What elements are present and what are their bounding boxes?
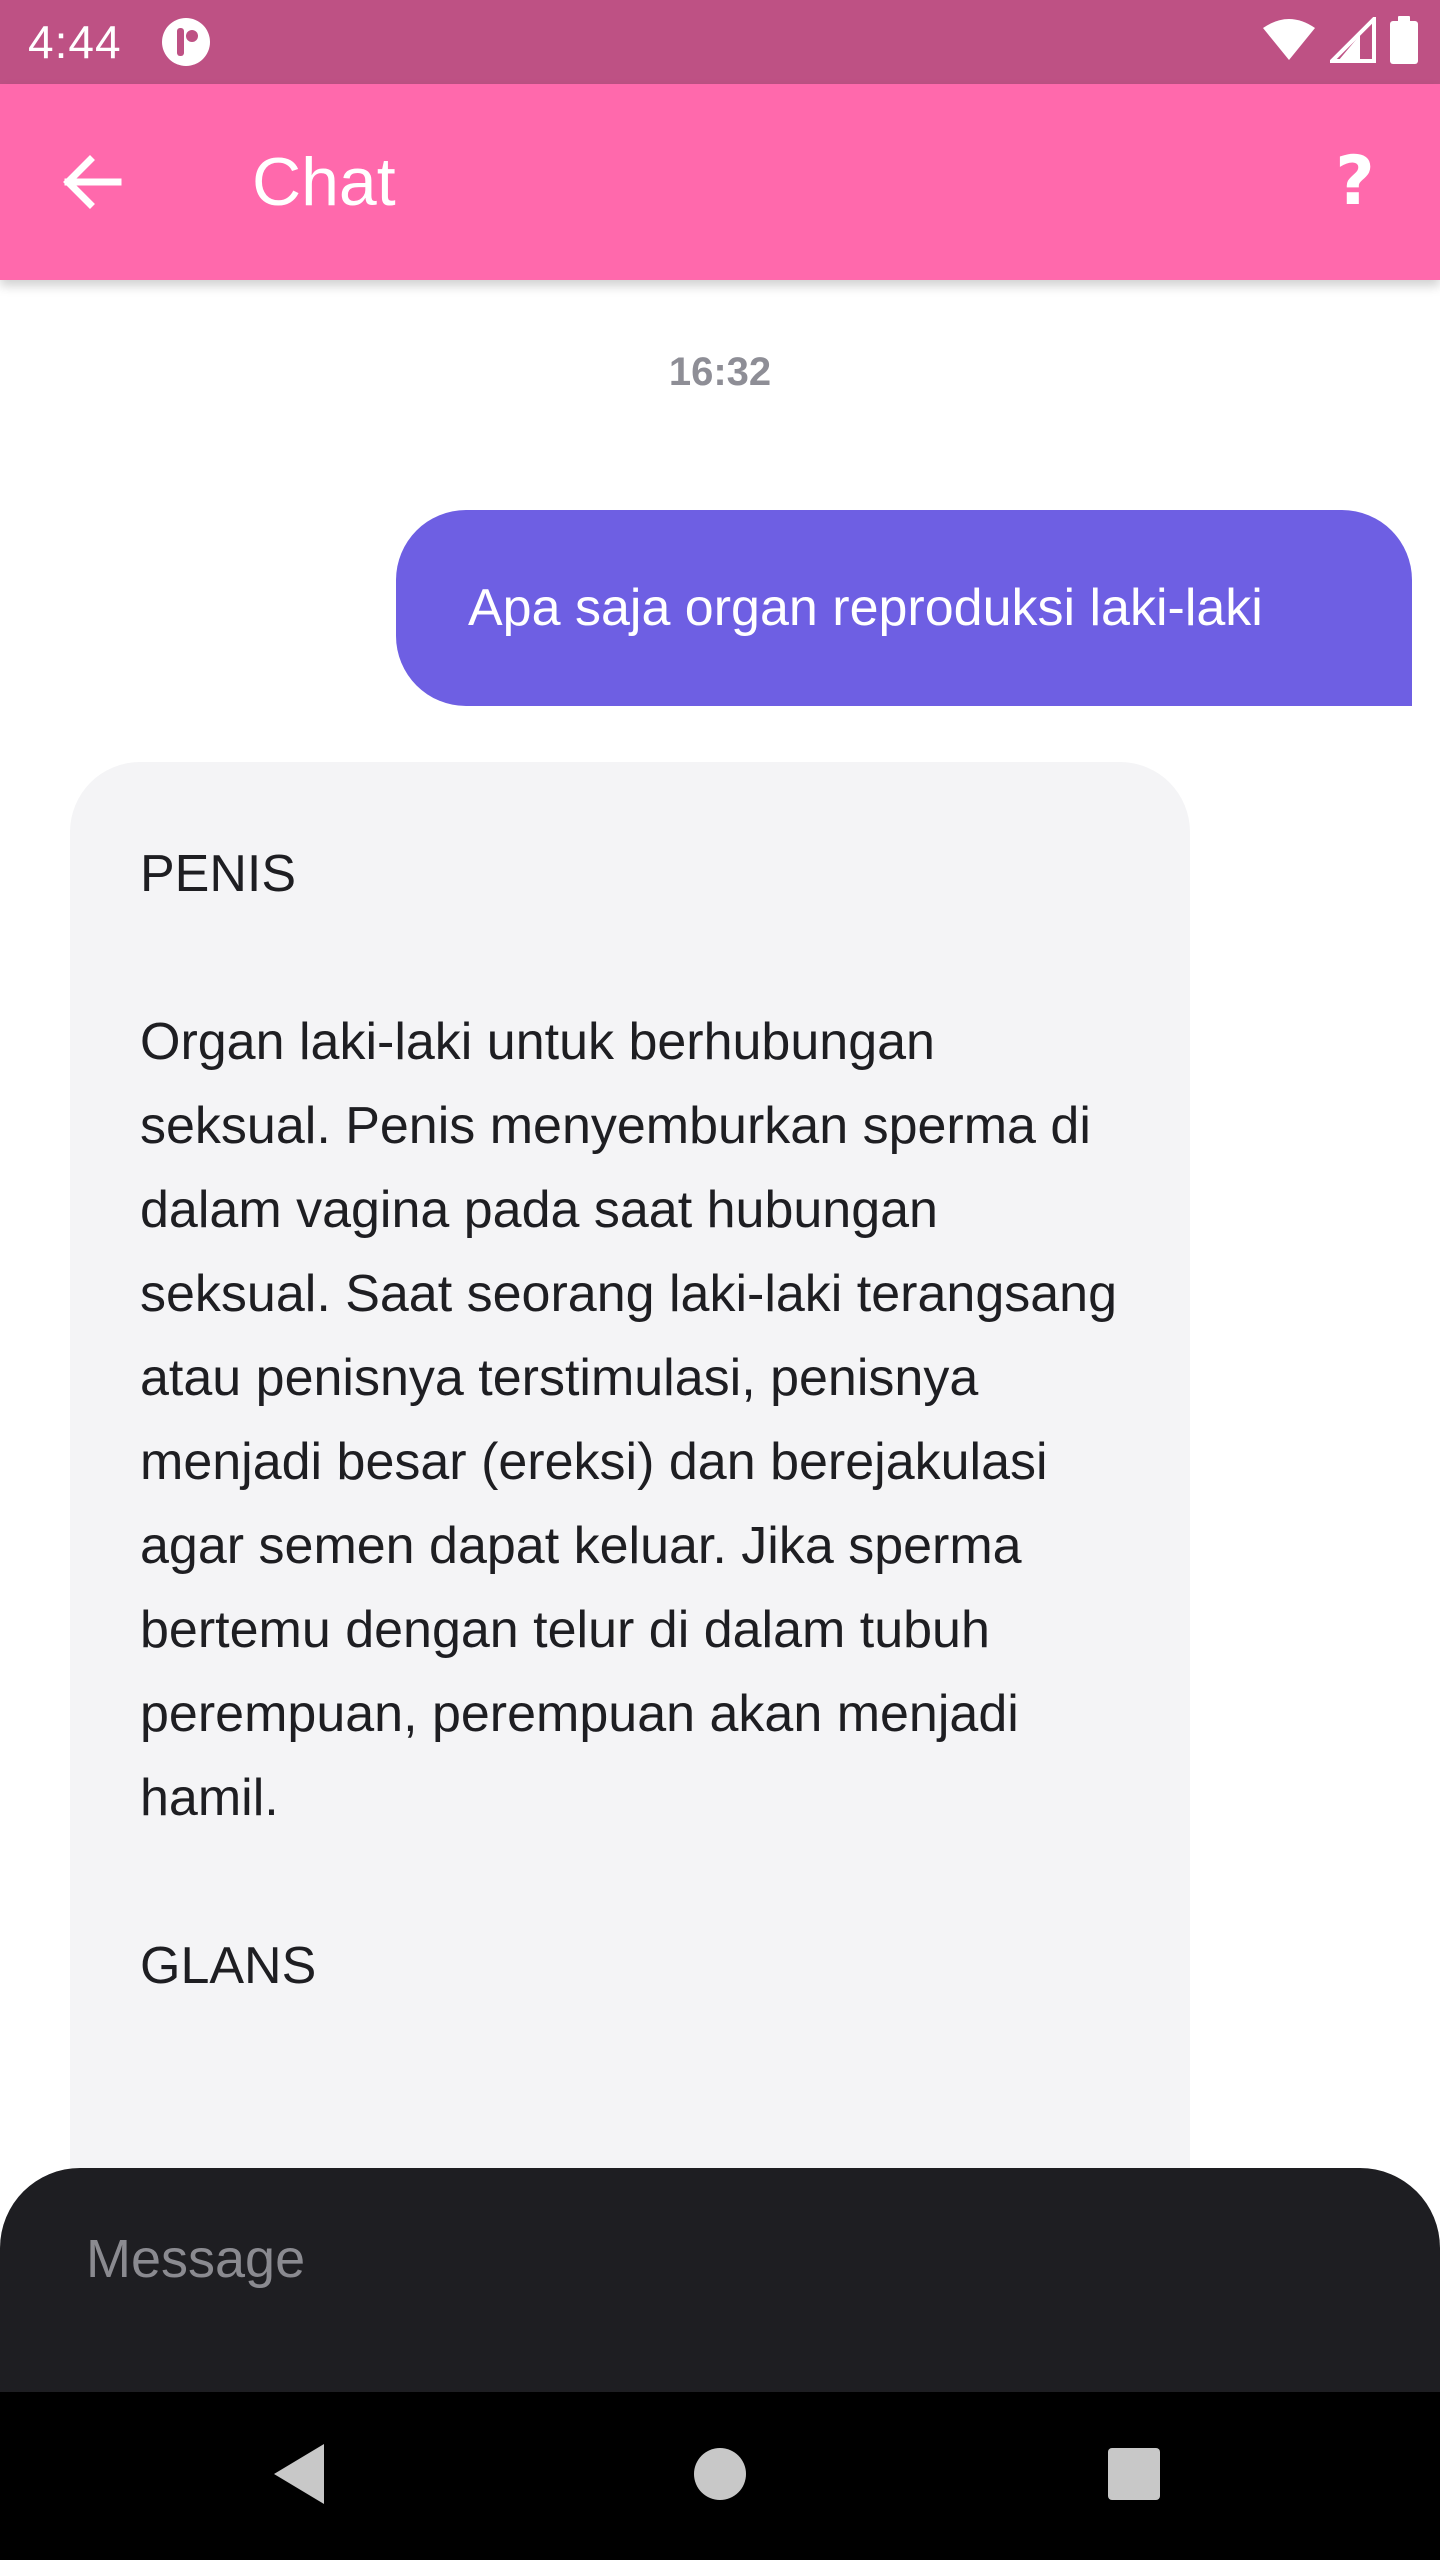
nav-recents-button[interactable] xyxy=(1084,2426,1184,2526)
app-bar: Chat ? xyxy=(0,84,1440,280)
bot-message-bubble[interactable]: PENIS Organ laki-laki untuk berhubungan … xyxy=(70,762,1190,2168)
message-input[interactable] xyxy=(84,2208,1358,2310)
chat-message-list[interactable]: 16:32 Apa saja organ reproduksi laki-lak… xyxy=(0,280,1440,2168)
page-title: Chat xyxy=(252,144,396,220)
nav-back-button[interactable] xyxy=(250,2426,350,2526)
status-bar: 4:44 xyxy=(0,0,1440,84)
battery-icon xyxy=(1390,15,1418,69)
nav-home-button[interactable] xyxy=(670,2426,770,2526)
bot-message-heading: GLANS xyxy=(140,1937,317,1995)
back-button[interactable] xyxy=(48,140,136,228)
status-time: 4:44 xyxy=(28,16,122,68)
bot-message-heading: PENIS xyxy=(140,845,297,903)
message-composer xyxy=(0,2168,1440,2392)
system-nav-bar xyxy=(0,2392,1440,2560)
bot-message-paragraph: Organ laki-laki untuk berhubungan seksua… xyxy=(140,1013,1118,1827)
recents-square-icon xyxy=(1106,2446,1162,2507)
home-circle-icon xyxy=(692,2446,748,2507)
help-icon: ? xyxy=(1335,141,1375,221)
user-message-bubble[interactable]: Apa saja organ reproduksi laki-laki xyxy=(396,510,1412,706)
cell-signal-icon xyxy=(1327,13,1376,68)
status-icons xyxy=(1262,13,1418,69)
arrow-back-icon xyxy=(60,150,124,219)
user-message-text: Apa saja organ reproduksi laki-laki xyxy=(468,579,1263,637)
help-button[interactable]: ? xyxy=(1310,136,1400,226)
wifi-icon xyxy=(1262,18,1316,67)
message-timestamp: 16:32 xyxy=(668,350,772,394)
chat-screen: 4:44 Chat ? 16:32 Apa saja organ reprodu… xyxy=(0,0,1440,2560)
back-triangle-icon xyxy=(270,2442,330,2511)
app-notification-icon xyxy=(160,16,212,68)
